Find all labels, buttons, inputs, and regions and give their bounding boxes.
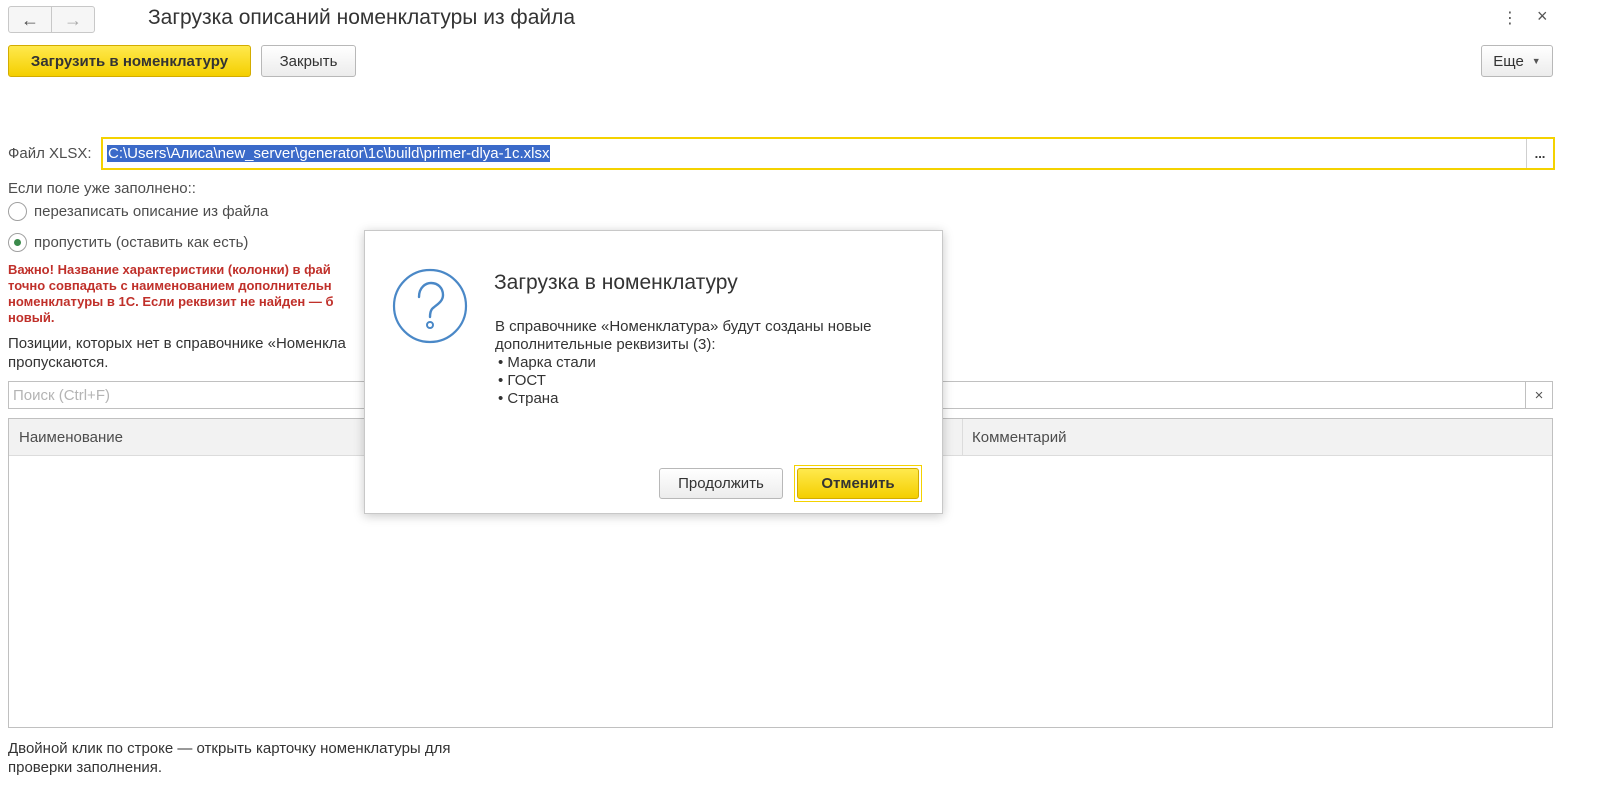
note-line: Позиции, которых нет в справочнике «Номе… [8, 335, 346, 352]
radio-selected-dot [14, 239, 21, 246]
arrow-right-icon: → [64, 9, 82, 30]
dialog-message: В справочнике «Номенклатура» будут созда… [495, 318, 872, 408]
continue-button[interactable]: Продолжить [659, 468, 783, 499]
clear-search-icon[interactable]: × [1525, 382, 1552, 408]
close-window-icon[interactable]: × [1537, 6, 1548, 27]
skipped-positions-note: Позиции, которых нет в справочнике «Номе… [8, 334, 368, 372]
dialog-list-item: • Страна [498, 390, 559, 407]
cancel-button-focus-ring: Отменить [794, 465, 922, 502]
warning-line: номенклатуры в 1С. Если реквизит не найд… [8, 294, 334, 309]
more-actions-icon[interactable]: ⋮ [1502, 8, 1518, 28]
dialog-message-line: В справочнике «Номенклатура» будут созда… [495, 318, 872, 335]
chevron-down-icon: ▼ [1531, 56, 1541, 66]
history-nav: ← → [8, 6, 95, 33]
warning-line: точно совпадать с наименованием дополнит… [8, 278, 332, 293]
file-path-field[interactable]: C:\Users\Алиса\new_server\generator\1c\b… [101, 137, 1555, 170]
load-into-nomenclature-button[interactable]: Загрузить в номенклатуру [8, 45, 251, 77]
double-click-hint: Двойной клик по строке — открыть карточк… [8, 739, 451, 777]
close-button[interactable]: Закрыть [261, 45, 356, 77]
radio-skip[interactable] [8, 233, 27, 252]
more-button[interactable]: Еще ▼ [1481, 45, 1553, 77]
warning-line: новый. [8, 310, 55, 325]
back-button[interactable]: ← [9, 7, 51, 32]
column-header-comment[interactable]: Комментарий [962, 419, 1552, 455]
forward-button[interactable]: → [51, 7, 94, 32]
note-line: пропускаются. [8, 354, 109, 371]
arrow-left-icon: ← [21, 9, 39, 30]
window-title: Загрузка описаний номенклатуры из файла [148, 6, 576, 29]
radio-skip-label[interactable]: пропустить (оставить как есть) [34, 234, 248, 251]
dialog-message-line: дополнительные реквизиты (3): [495, 336, 716, 353]
radio-overwrite-label[interactable]: перезаписать описание из файла [34, 203, 268, 220]
warning-line: Важно! Название характеристики (колонки)… [8, 262, 331, 277]
cancel-button[interactable]: Отменить [797, 468, 919, 499]
hint-line: проверки заполнения. [8, 759, 163, 776]
dialog-title: Загрузка в номенклатуру [494, 271, 738, 294]
file-path-input[interactable]: C:\Users\Алиса\new_server\generator\1c\b… [103, 139, 1526, 168]
file-label: Файл XLSX: [8, 145, 92, 162]
confirm-dialog: Загрузка в номенклатуру В справочнике «Н… [364, 230, 943, 514]
choose-file-button[interactable]: ... [1526, 139, 1553, 168]
dialog-list-item: • Марка стали [498, 354, 596, 371]
overwrite-mode-label: Если поле уже заполнено:: [8, 180, 196, 197]
dialog-list-item: • ГОСТ [498, 372, 546, 389]
hint-line: Двойной клик по строке — открыть карточк… [8, 740, 451, 757]
warning-text: Важно! Название характеристики (колонки)… [8, 262, 368, 326]
file-path-value: C:\Users\Алиса\new_server\generator\1c\b… [107, 145, 551, 162]
more-button-label: Еще [1493, 52, 1524, 70]
question-icon [392, 268, 468, 344]
radio-overwrite[interactable] [8, 202, 27, 221]
